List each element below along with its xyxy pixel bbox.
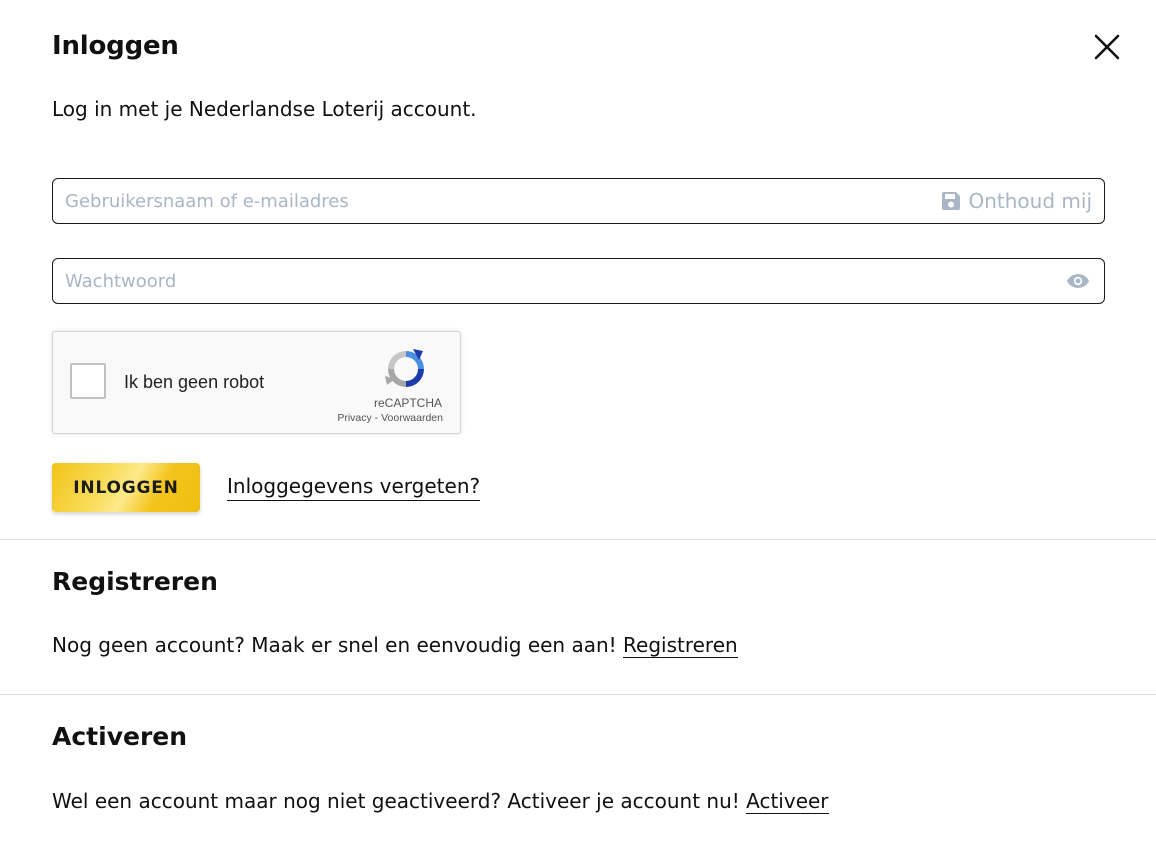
activate-link[interactable]: Activeer — [746, 789, 829, 814]
recaptcha-brand: reCAPTCHA — [373, 396, 442, 410]
register-title: Registreren — [52, 567, 218, 596]
register-text: Nog geen account? Maak er snel en eenvou… — [52, 630, 738, 660]
remember-me-label: Onthoud mij — [968, 189, 1093, 213]
recaptcha-widget: Ik ben geen robot reCAPTCHA Privacy - Vo… — [52, 331, 461, 434]
recaptcha-privacy-link[interactable]: Privacy — [337, 412, 371, 424]
register-description: Nog geen account? Maak er snel en eenvou… — [52, 633, 624, 657]
register-link[interactable]: Registreren — [623, 633, 738, 658]
forgot-credentials-link[interactable]: Inloggegevens vergeten? — [227, 472, 481, 501]
username-input[interactable] — [65, 179, 925, 223]
login-modal: Inloggen Log in met je Nederlandse Loter… — [0, 0, 1156, 850]
recaptcha-separator: - — [371, 412, 382, 424]
recaptcha-terms: Privacy - Voorwaarden — [337, 411, 443, 425]
login-button[interactable]: INLOGGEN — [52, 463, 200, 512]
login-title: Inloggen — [52, 31, 179, 61]
recaptcha-logo-icon — [385, 349, 424, 387]
activate-text: Wel een account maar nog niet geactiveer… — [52, 786, 829, 816]
recaptcha-label: Ik ben geen robot — [124, 372, 265, 392]
username-field: Onthoud mij — [52, 178, 1105, 224]
login-intro: Log in met je Nederlandse Loterij accoun… — [52, 97, 477, 121]
password-input[interactable] — [65, 259, 1055, 303]
remember-me-toggle[interactable]: Onthoud mij — [941, 179, 1093, 223]
recaptcha-checkbox[interactable] — [70, 363, 106, 399]
eye-icon — [1067, 274, 1089, 288]
section-divider — [0, 694, 1156, 695]
close-button[interactable] — [1088, 28, 1126, 66]
save-icon — [941, 192, 960, 210]
recaptcha-terms-link[interactable]: Voorwaarden — [381, 412, 443, 424]
activate-description: Wel een account maar nog niet geactiveer… — [52, 789, 747, 813]
activate-title: Activeren — [52, 722, 188, 751]
section-divider — [0, 539, 1156, 540]
show-password-button[interactable] — [1064, 269, 1092, 293]
close-icon — [1094, 34, 1120, 60]
password-field — [52, 258, 1105, 304]
